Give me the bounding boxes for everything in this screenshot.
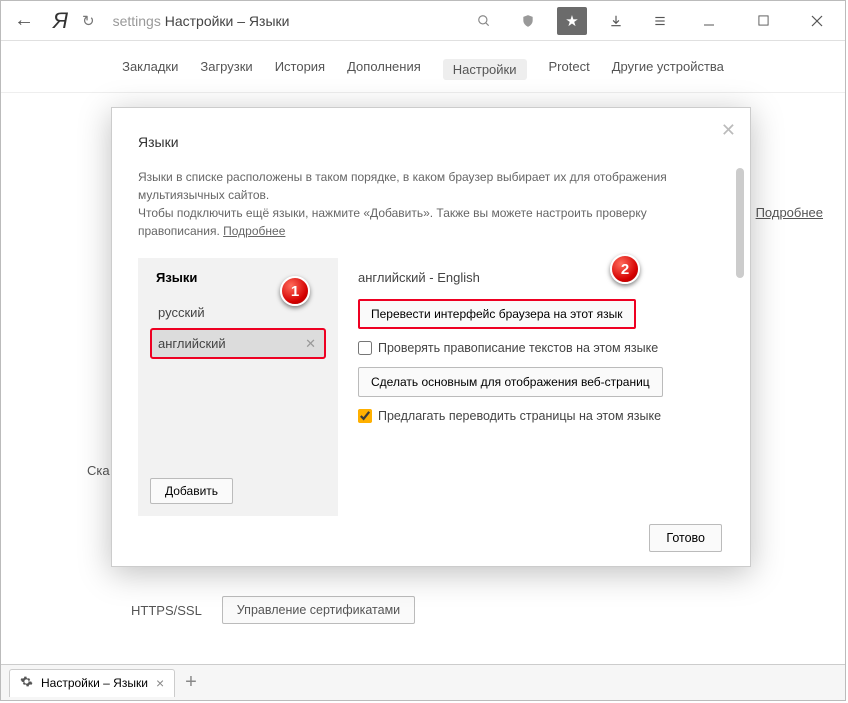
dialog-close-icon[interactable]: ✕ xyxy=(721,120,736,141)
back-button[interactable]: ← xyxy=(9,9,39,32)
spellcheck-label: Проверять правописание текстов на этом я… xyxy=(378,341,658,355)
new-tab-button[interactable]: + xyxy=(185,671,197,694)
language-item-english[interactable]: английский ✕ xyxy=(150,328,326,359)
languages-dialog: ✕ Языки Языки в списке расположены в так… xyxy=(111,107,751,567)
annotation-badge-2: 2 xyxy=(610,254,640,284)
address-bar[interactable]: settings Настройки – Языки xyxy=(113,13,290,29)
nav-downloads[interactable]: Загрузки xyxy=(200,59,252,80)
bg-text-left: Ска xyxy=(87,463,110,478)
offer-translate-label: Предлагать переводить страницы на этом я… xyxy=(378,409,661,423)
tab-gear-icon xyxy=(20,675,33,691)
nav-addons[interactable]: Дополнения xyxy=(347,59,421,80)
dialog-heading: Языки xyxy=(138,134,746,150)
nav-settings[interactable]: Настройки xyxy=(443,59,527,80)
offer-translate-checkbox-row[interactable]: Предлагать переводить страницы на этом я… xyxy=(358,409,720,423)
tab-bar: Настройки – Языки × + xyxy=(1,664,845,700)
bg-more-link[interactable]: Подробнее xyxy=(756,205,823,220)
language-detail-panel: английский - English Перевести интерфейс… xyxy=(338,258,746,516)
settings-nav: Закладки Загрузки История Дополнения Нас… xyxy=(1,41,845,93)
titlebar: ← Я ↻ settings Настройки – Языки ★ xyxy=(1,1,845,41)
browser-tab[interactable]: Настройки – Языки × xyxy=(9,669,175,697)
shield-icon[interactable] xyxy=(513,7,543,35)
nav-bookmarks[interactable]: Закладки xyxy=(122,59,178,80)
reload-icon[interactable]: ↻ xyxy=(82,12,95,30)
https-row: HTTPS/SSL Управление сертификатами xyxy=(131,596,415,624)
url-title: Настройки – Языки xyxy=(165,13,290,29)
nav-other-devices[interactable]: Другие устройства xyxy=(612,59,724,80)
url-prefix: settings xyxy=(113,13,161,29)
browser-window: ← Я ↻ settings Настройки – Языки ★ xyxy=(0,0,846,701)
bookmark-star-icon[interactable]: ★ xyxy=(557,7,587,35)
dialog-description: Языки в списке расположены в таком поряд… xyxy=(138,168,746,240)
menu-icon[interactable] xyxy=(645,7,675,35)
nav-history[interactable]: История xyxy=(275,59,325,80)
spellcheck-checkbox[interactable] xyxy=(358,341,372,355)
spellcheck-checkbox-row[interactable]: Проверять правописание текстов на этом я… xyxy=(358,341,720,355)
offer-translate-checkbox[interactable] xyxy=(358,409,372,423)
minimize-button[interactable] xyxy=(689,7,729,35)
search-icon[interactable] xyxy=(469,7,499,35)
yandex-logo-icon[interactable]: Я xyxy=(53,8,68,34)
remove-language-icon[interactable]: ✕ xyxy=(305,336,316,352)
close-window-button[interactable] xyxy=(797,7,837,35)
make-default-display-button[interactable]: Сделать основным для отображения веб-стр… xyxy=(358,367,663,397)
https-label: HTTPS/SSL xyxy=(131,603,202,618)
manage-certificates-button[interactable]: Управление сертификатами xyxy=(222,596,415,624)
maximize-button[interactable] xyxy=(743,7,783,35)
dialog-more-link[interactable]: Подробнее xyxy=(223,224,285,238)
nav-protect[interactable]: Protect xyxy=(549,59,590,80)
annotation-badge-1: 1 xyxy=(280,276,310,306)
language-detail-title: английский - English xyxy=(358,270,720,285)
tab-close-icon[interactable]: × xyxy=(156,675,164,691)
tab-title: Настройки – Языки xyxy=(41,676,148,690)
downloads-icon[interactable] xyxy=(601,7,631,35)
translate-ui-button[interactable]: Перевести интерфейс браузера на этот язы… xyxy=(358,299,636,329)
add-language-button[interactable]: Добавить xyxy=(150,478,233,504)
language-item-label: английский xyxy=(158,336,226,351)
dialog-done-button[interactable]: Готово xyxy=(649,524,722,552)
dialog-scrollbar[interactable] xyxy=(736,168,744,278)
